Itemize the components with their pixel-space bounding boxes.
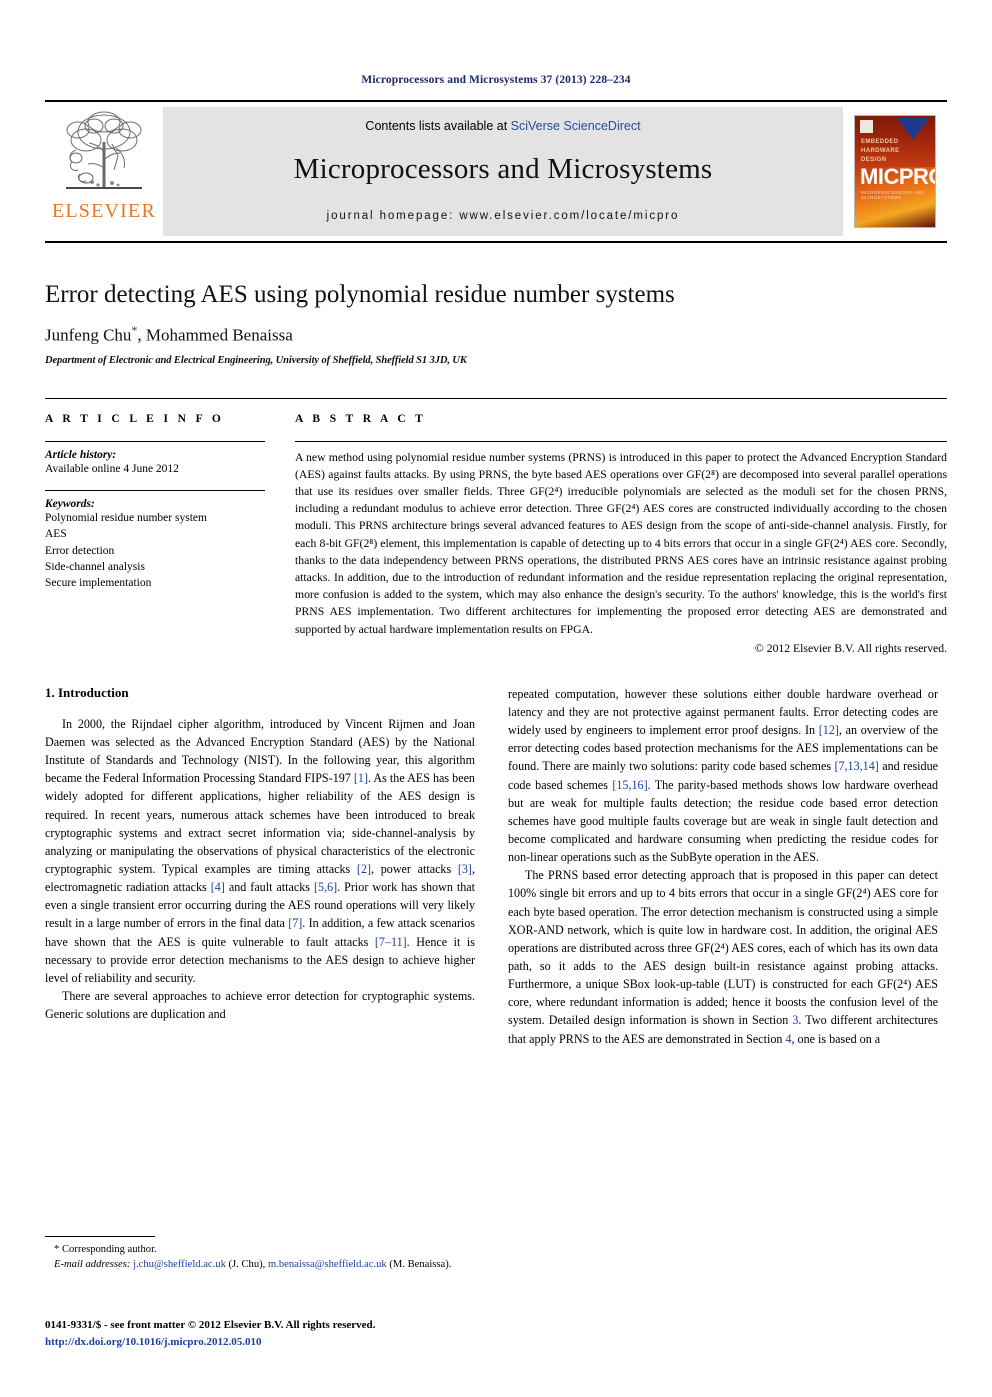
body-columns: 1. Introduction In 2000, the Rijndael ci… (45, 685, 947, 1048)
keyword-item: Secure implementation (45, 577, 152, 590)
article-info-column: A R T I C L E I N F O Article history: A… (45, 413, 295, 655)
cover-image: EMBEDDED HARDWARE DESIGN MICPRO MICROPRO… (854, 115, 936, 228)
cover-kicker-line-2: HARDWARE (861, 148, 900, 154)
contents-prefix: Contents lists available at (365, 119, 511, 133)
body-column-left: 1. Introduction In 2000, the Rijndael ci… (45, 685, 475, 1048)
cover-brand: MICPRO (860, 164, 935, 189)
journal-cover-thumbnail: EMBEDDED HARDWARE DESIGN MICPRO MICROPRO… (843, 102, 947, 241)
journal-homepage-link[interactable]: journal homepage: www.elsevier.com/locat… (327, 210, 680, 222)
author-first: Junfeng Chu (45, 325, 132, 345)
intro-paragraph-2: There are several approaches to achieve … (45, 989, 475, 1022)
article-info-heading: A R T I C L E I N F O (45, 412, 225, 425)
intro-paragraph-3: repeated computation, however these solu… (508, 686, 938, 865)
affiliation: Department of Electronic and Electrical … (45, 354, 467, 366)
cover-triangle-icon (897, 118, 929, 140)
keyword-list: Polynomial residue number system AES Err… (45, 510, 265, 592)
intro-paragraph-4: The PRNS based error detecting approach … (508, 868, 938, 1046)
cover-kicker: EMBEDDED HARDWARE DESIGN (861, 138, 900, 165)
email-owner-1: (J. Chu), (228, 1259, 266, 1271)
email-label: E-mail addresses: (54, 1259, 131, 1271)
running-head: Microprocessors and Microsystems 37 (201… (361, 74, 631, 86)
email-link-1[interactable]: j.chu@sheffield.ac.uk (133, 1259, 226, 1270)
divider (45, 489, 265, 491)
abstract-heading: A B S T R A C T (295, 412, 427, 425)
keywords-label: Keywords: (45, 497, 95, 510)
doi-link[interactable]: http://dx.doi.org/10.1016/j.micpro.2012.… (45, 1334, 545, 1351)
masthead-center: Contents lists available at SciVerse Sci… (163, 107, 843, 236)
footnote-divider (45, 1236, 155, 1237)
elsevier-logo: ELSEVIER (45, 102, 163, 241)
title-block: Error detecting AES using polynomial res… (45, 281, 947, 366)
intro-paragraph-1: In 2000, the Rijndael cipher algorithm, … (45, 716, 475, 985)
keyword-item: AES (45, 528, 67, 541)
keyword-item: Polynomial residue number system (45, 511, 207, 524)
elsevier-wordmark: ELSEVIER (51, 200, 157, 222)
paper-page: Microprocessors and Microsystems 37 (201… (0, 74, 992, 1397)
elsevier-tree-icon (66, 111, 142, 189)
cover-subtitle: MICROPROCESSORS AND MICROSYSTEMS (861, 190, 924, 200)
journal-title: Microprocessors and Microsystems (293, 153, 713, 185)
issn-copyright-line: 0141-9331/$ - see front matter © 2012 El… (45, 1319, 376, 1331)
divider (295, 440, 947, 442)
keyword-item: Side-channel analysis (45, 560, 145, 573)
cover-publisher-mark (860, 120, 873, 133)
body-column-right: repeated computation, however these solu… (508, 685, 938, 1048)
journal-masthead: ELSEVIER Contents lists available at Sci… (45, 100, 947, 243)
page-title: Error detecting AES using polynomial res… (45, 281, 675, 308)
abstract-text: A new method using polynomial residue nu… (295, 450, 947, 636)
info-abstract-region: A R T I C L E I N F O Article history: A… (45, 397, 947, 655)
article-history-value: Available online 4 June 2012 (45, 462, 179, 475)
author-list: Junfeng Chu*, Mohammed Benaissa (45, 323, 947, 346)
email-addresses-note: E-mail addresses: j.chu@sheffield.ac.uk … (45, 1257, 475, 1272)
copyright-line: © 2012 Elsevier B.V. All rights reserved… (754, 641, 947, 655)
divider (45, 440, 265, 442)
email-link-2[interactable]: m.benaissa@sheffield.ac.uk (268, 1259, 387, 1270)
footnote-block: * Corresponding author. E-mail addresses… (45, 1236, 475, 1272)
corresponding-author-note: * Corresponding author. (54, 1244, 157, 1255)
cover-kicker-line-1: EMBEDDED (861, 139, 899, 145)
imprint-block: 0141-9331/$ - see front matter © 2012 El… (45, 1317, 545, 1350)
abstract-column: A B S T R A C T A new method using polyn… (295, 413, 947, 655)
section-heading-introduction: 1. Introduction (45, 684, 129, 700)
keyword-item: Error detection (45, 544, 115, 557)
author-rest: , Mohammed Benaissa (137, 325, 293, 345)
email-owner-2: (M. Benaissa). (389, 1259, 452, 1271)
contents-available-line: Contents lists available at SciVerse Sci… (365, 119, 640, 133)
article-history-label: Article history: (45, 448, 117, 461)
sciencedirect-link[interactable]: SciVerse ScienceDirect (511, 119, 641, 133)
